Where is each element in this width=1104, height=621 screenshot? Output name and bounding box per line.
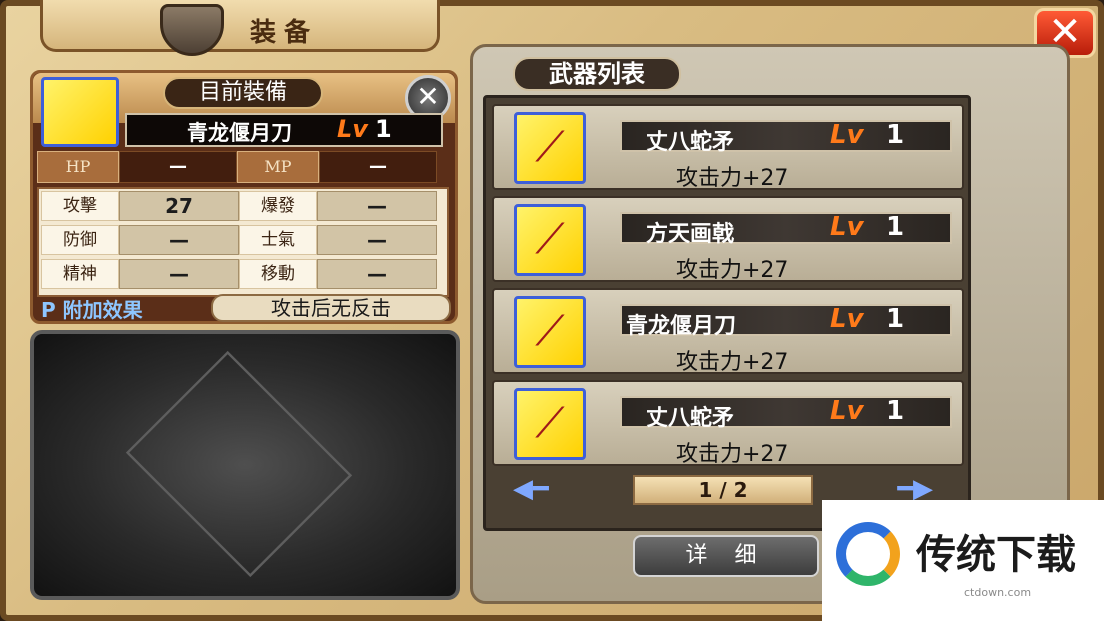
- lv-label: Lv: [830, 396, 864, 426]
- lv-value: 1: [886, 120, 905, 150]
- weapon-name: 青龙偃月刀: [626, 314, 737, 339]
- mp-value: —: [319, 151, 437, 183]
- weapon-row[interactable]: ⟋ 方天画戟 Lv 1 攻击力+27: [492, 196, 964, 283]
- stat-label: 士氣: [239, 225, 317, 255]
- weapon-attack: 攻击力+27: [676, 258, 789, 283]
- current-equipment-label: 目前裝備: [163, 77, 323, 109]
- stat-value: —: [317, 259, 437, 289]
- weapon-attack: 攻击力+27: [676, 166, 789, 191]
- weapon-list-title: 武器列表: [513, 57, 681, 91]
- halberd-icon: ⟋: [514, 204, 586, 276]
- lv-label: Lv: [337, 115, 368, 143]
- weapon-attack: 攻击力+27: [676, 442, 789, 467]
- extra-effect-value: 攻击后无反击: [211, 294, 451, 322]
- hp-value: —: [119, 151, 237, 183]
- weapon-name: 丈八蛇矛: [646, 130, 735, 155]
- weapon-name-bar: 方天画戟 Lv 1: [620, 212, 952, 247]
- weapon-name-bar: 青龙偃月刀 Lv 1: [125, 113, 443, 147]
- stat-value: 27: [119, 191, 239, 221]
- lv-value: 1: [886, 304, 905, 334]
- extra-effect-label: P 附加效果: [41, 297, 143, 322]
- weapon-row[interactable]: ⟋ 丈八蛇矛 Lv 1 攻击力+27: [492, 380, 964, 467]
- stat-value: —: [317, 191, 437, 221]
- watermark-text: 传统下载: [916, 532, 1076, 578]
- weapon-attack: 攻击力+27: [676, 350, 789, 375]
- weapon-row[interactable]: ⟋ 丈八蛇矛 Lv 1 攻击力+27: [492, 104, 964, 191]
- watermark: 传统下载 ctdown.com: [822, 500, 1104, 621]
- weapon-name-bar: 青龙偃月刀 Lv 1: [620, 304, 952, 339]
- character-art-panel: [30, 330, 460, 600]
- lv-value: 1: [886, 212, 905, 242]
- current-equipment-panel: 目前裝備 ✕ 青龙偃月刀 Lv 1 HP — MP — 攻擊 27 爆發 — 防…: [30, 70, 458, 324]
- lv-label: Lv: [830, 120, 864, 150]
- stat-row: 精神 — 移動 —: [41, 259, 445, 291]
- spear-icon: [41, 77, 119, 147]
- weapon-name: 青龙偃月刀: [187, 121, 292, 145]
- lv-value: 1: [375, 115, 392, 143]
- hp-mp-row: HP — MP —: [37, 151, 449, 183]
- weapon-name-bar: 丈八蛇矛 Lv 1: [620, 396, 952, 431]
- weapon-name-bar: 丈八蛇矛 Lv 1: [620, 120, 952, 155]
- spear-icon: ⟋: [514, 112, 586, 184]
- stat-value: —: [119, 259, 239, 289]
- ornament-diamond: [125, 350, 353, 578]
- watermark-url: ctdown.com: [964, 586, 1032, 599]
- stat-row: 攻擊 27 爆發 —: [41, 191, 445, 223]
- stat-label: 精神: [41, 259, 119, 289]
- watermark-logo-icon: [836, 522, 900, 586]
- stat-value: —: [119, 225, 239, 255]
- stat-label: 防御: [41, 225, 119, 255]
- arrow-right-icon[interactable]: ━▶: [873, 476, 933, 502]
- stat-label: 爆發: [239, 191, 317, 221]
- lv-label: Lv: [830, 304, 864, 334]
- hp-label: HP: [37, 151, 119, 183]
- weapon-row[interactable]: ⟋ 青龙偃月刀 Lv 1 攻击力+27: [492, 288, 964, 375]
- title-banner: [40, 0, 440, 52]
- stat-row: 防御 — 士氣 —: [41, 225, 445, 257]
- weapon-name: 方天画戟: [646, 222, 735, 247]
- weapon-name: 丈八蛇矛: [646, 406, 735, 431]
- arrow-left-icon[interactable]: ◀━: [513, 476, 573, 502]
- page-indicator: 1 / 2: [633, 475, 813, 505]
- stat-box: 攻擊 27 爆發 — 防御 — 士氣 — 精神 — 移動 —: [37, 187, 449, 297]
- glaive-icon: ⟋: [514, 296, 586, 368]
- mp-label: MP: [237, 151, 319, 183]
- spear-icon: ⟋: [514, 388, 586, 460]
- stat-grid: HP — MP — 攻擊 27 爆發 — 防御 — 士氣 — 精神 — 移動 —: [37, 151, 449, 297]
- weapon-list: ⟋ 丈八蛇矛 Lv 1 攻击力+27 ⟋ 方天画戟 Lv 1 攻击力+27 ⟋ …: [483, 95, 971, 531]
- lv-label: Lv: [830, 212, 864, 242]
- window-title: 装备: [250, 18, 319, 48]
- extra-effect-row: P 附加效果 攻击后无反击: [41, 293, 451, 323]
- detail-button[interactable]: 详 细: [633, 535, 819, 577]
- stat-value: —: [317, 225, 437, 255]
- stat-label: 攻擊: [41, 191, 119, 221]
- stat-label: 移動: [239, 259, 317, 289]
- lv-value: 1: [886, 396, 905, 426]
